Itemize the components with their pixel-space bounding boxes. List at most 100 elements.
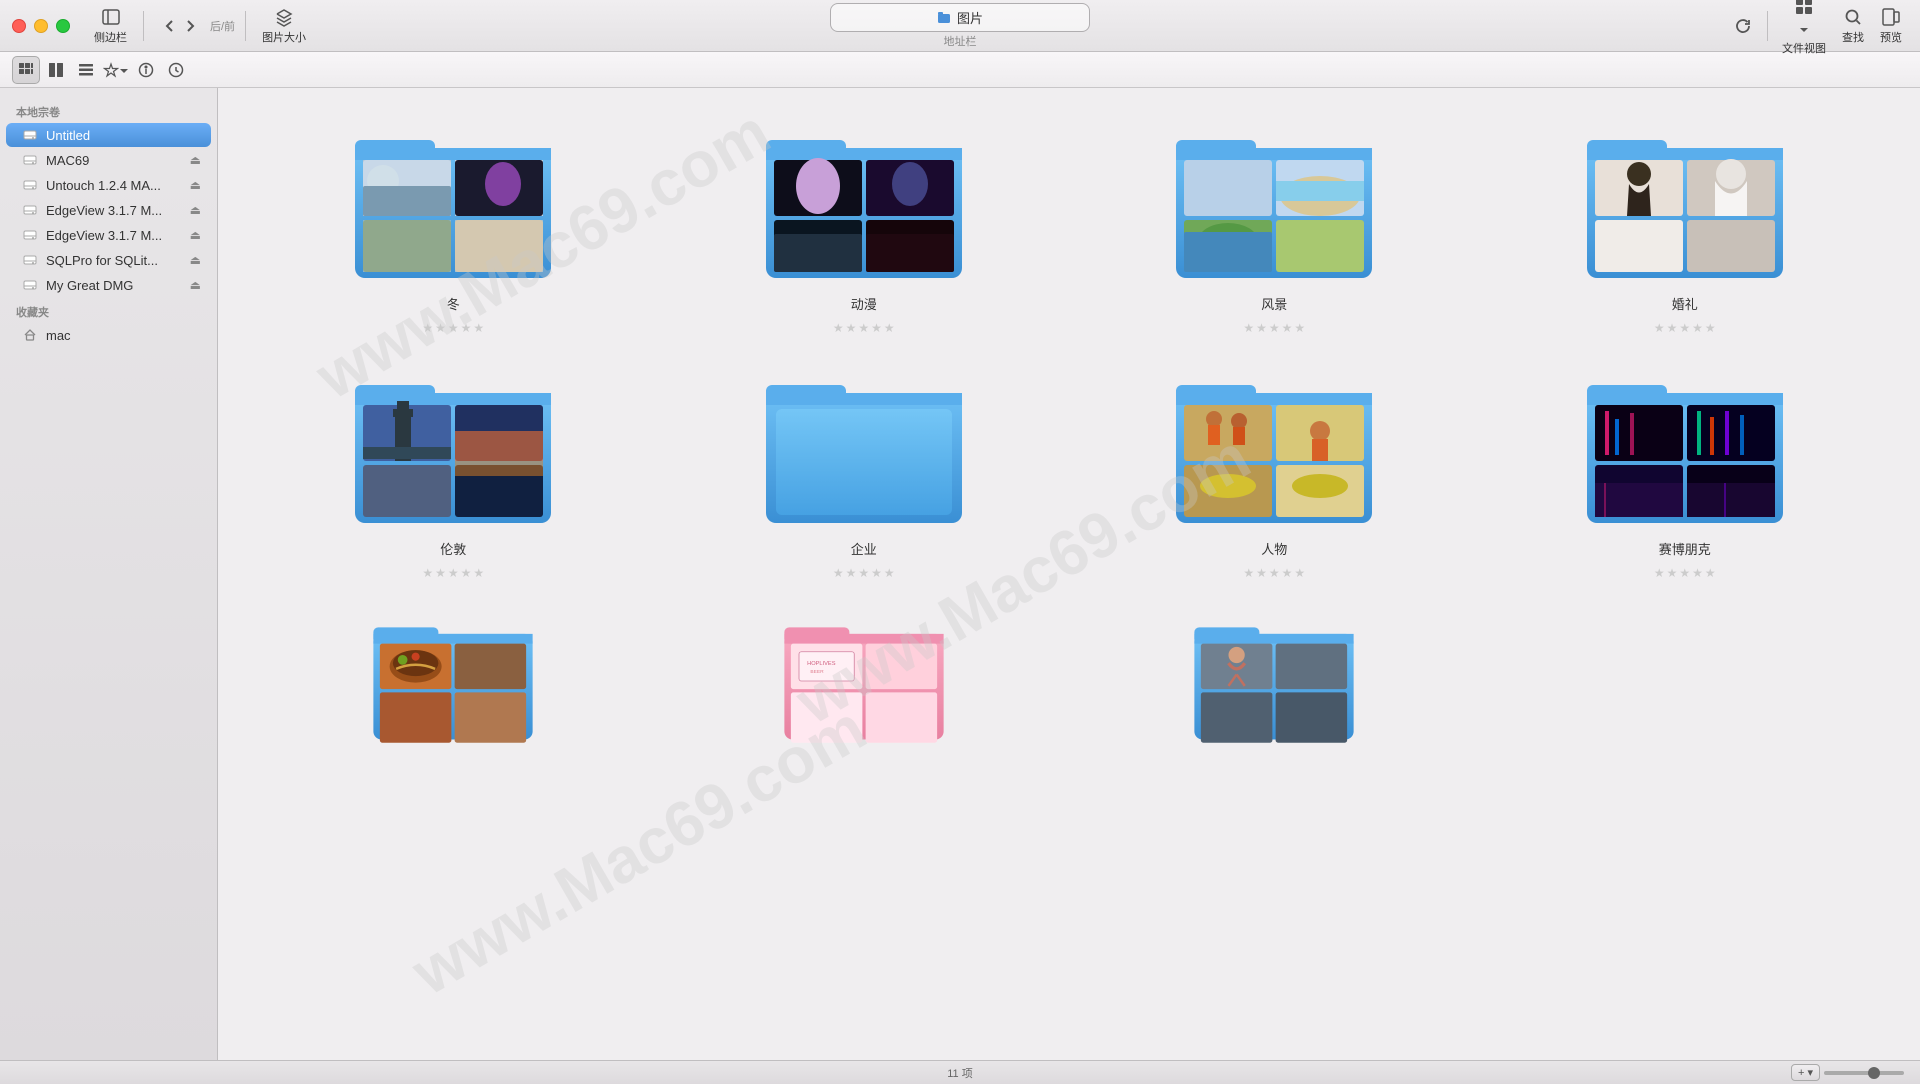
info-btn[interactable] [132, 56, 160, 84]
folder-saibopengke-name: 赛博朋克 [1659, 539, 1711, 558]
star2[interactable]: ★ [435, 321, 446, 335]
history-btn[interactable] [162, 56, 190, 84]
drive-icon [22, 127, 38, 143]
local-section-label: 本地宗卷 [0, 98, 217, 122]
sidebar-toggle-button[interactable]: 侧边栏 [88, 5, 133, 47]
folder-fengjing-icon [1174, 126, 1374, 286]
filter-star-btn[interactable] [102, 56, 130, 84]
eject-icon-edgeview1[interactable]: ⏏ [190, 203, 201, 217]
sidebar-item-mac69[interactable]: MAC69 ⏏ [6, 148, 211, 172]
sidebar: 本地宗卷 Untitled MAC69 ⏏ [0, 88, 218, 1060]
nav-group: 后/前 [154, 14, 235, 38]
sidebar-item-untouch[interactable]: Untouch 1.2.4 MA... ⏏ [6, 173, 211, 197]
drive-icon-untouch [22, 177, 38, 193]
home-icon [22, 327, 38, 343]
folder-qiye-name: 企业 [851, 539, 877, 558]
refresh-button[interactable] [1727, 14, 1759, 38]
folder-saibopengke-icon [1585, 371, 1785, 531]
folder-lundun-stars[interactable]: ★ ★ ★ ★ ★ [422, 566, 484, 580]
statusbar: 11 项 + ▾ [0, 1060, 1920, 1084]
folder-saibopengke-stars[interactable]: ★ ★ ★ ★ ★ [1654, 566, 1716, 580]
eject-icon-untouch[interactable]: ⏏ [190, 178, 201, 192]
folder-renwu-stars[interactable]: ★ ★ ★ ★ ★ [1243, 566, 1305, 580]
minimize-button[interactable] [34, 19, 48, 33]
folder-dong[interactable]: 冬 ★ ★ ★ ★ ★ [258, 118, 649, 343]
folder-dongman-stars[interactable]: ★ ★ ★ ★ ★ [833, 321, 895, 335]
nav-back-button[interactable] [154, 14, 206, 38]
folder-dong-icon [353, 126, 553, 286]
search-button[interactable]: 查找 [1836, 5, 1870, 47]
drive-icon-mac69 [22, 152, 38, 168]
close-button[interactable] [12, 19, 26, 33]
address-bar[interactable]: 图片 [830, 3, 1090, 32]
nav-label: 后/前 [210, 18, 235, 34]
size-toggle-button[interactable]: 图片大小 [256, 5, 312, 47]
folder-renwu-name: 人物 [1261, 539, 1287, 558]
folder-dong-name: 冬 [447, 294, 460, 313]
folder-dongman[interactable]: 动漫 ★ ★ ★ ★ ★ [669, 118, 1060, 343]
eject-icon-mac69[interactable]: ⏏ [190, 153, 201, 167]
folder-hunli-icon [1585, 126, 1785, 286]
folder-renwu-icon [1174, 371, 1374, 531]
eject-icon-edgeview2[interactable]: ⏏ [190, 228, 201, 242]
folder-saibopengke[interactable]: 赛博朋克 ★ ★ ★ ★ ★ [1490, 363, 1881, 588]
zoom-thumb[interactable] [1868, 1067, 1880, 1079]
folder-dongman-name: 动漫 [851, 294, 877, 313]
statusbar-right: + ▾ [1791, 1064, 1904, 1081]
sidebar-item-untouch-label: Untouch 1.2.4 MA... [46, 178, 161, 193]
folder-fengjing[interactable]: 风景 ★ ★ ★ ★ ★ [1079, 118, 1470, 343]
folder-dongman-icon [764, 126, 964, 286]
folder-lundun-name: 伦敦 [440, 539, 466, 558]
folder-hunli[interactable]: 婚礼 ★ ★ ★ ★ ★ [1490, 118, 1881, 343]
folder-hunli-stars[interactable]: ★ ★ ★ ★ ★ [1654, 321, 1716, 335]
drive-icon-sqlpro [22, 252, 38, 268]
sidebar-item-mac-label: mac [46, 328, 71, 343]
star5[interactable]: ★ [473, 321, 484, 335]
folder-dong-stars[interactable]: ★ ★ ★ ★ ★ [422, 321, 484, 335]
sidebar-item-edgeview2[interactable]: EdgeView 3.1.7 M... ⏏ [6, 223, 211, 247]
address-sublabel: 地址栏 [944, 33, 977, 49]
star4[interactable]: ★ [461, 321, 472, 335]
eject-icon-dmg[interactable]: ⏏ [190, 278, 201, 292]
folder-pink[interactable]: HOPLIVES BEER [669, 608, 1060, 784]
eject-icon-sqlpro[interactable]: ⏏ [190, 253, 201, 267]
item-count: 11 项 [947, 1065, 972, 1081]
star3[interactable]: ★ [448, 321, 459, 335]
folder-fengjing-name: 风景 [1261, 294, 1287, 313]
sidebar-item-edgeview1-label: EdgeView 3.1.7 M... [46, 203, 162, 218]
folder-lundun[interactable]: 伦敦 ★ ★ ★ ★ ★ [258, 363, 649, 588]
favorites-section-label: 收藏夹 [0, 298, 217, 322]
view-toggle-button[interactable]: 文件视图 [1776, 0, 1832, 58]
sidebar-item-dmg[interactable]: My Great DMG ⏏ [6, 273, 211, 297]
folder-qiye-stars[interactable]: ★ ★ ★ ★ ★ [833, 566, 895, 580]
folder-renwu[interactable]: 人物 ★ ★ ★ ★ ★ [1079, 363, 1470, 588]
sidebar-item-untitled-label: Untitled [46, 128, 90, 143]
preview-button[interactable]: 预览 [1874, 5, 1908, 47]
star1[interactable]: ★ [422, 321, 433, 335]
view-icon-btn[interactable] [12, 56, 40, 84]
folder-qiye[interactable]: 企业 ★ ★ ★ ★ ★ [669, 363, 1060, 588]
folder-fitness[interactable] [1079, 608, 1470, 784]
svg-text:HOPLIVES: HOPLIVES [807, 661, 836, 667]
drive-icon-dmg [22, 277, 38, 293]
traffic-lights [12, 19, 70, 33]
view-2col-btn[interactable] [42, 56, 70, 84]
folder-fengjing-stars[interactable]: ★ ★ ★ ★ ★ [1243, 321, 1305, 335]
folder-hunli-name: 婚礼 [1672, 294, 1698, 313]
sidebar-item-edgeview1[interactable]: EdgeView 3.1.7 M... ⏏ [6, 198, 211, 222]
sidebar-item-untitled[interactable]: Untitled [6, 123, 211, 147]
folder-fitness-icon [1174, 616, 1374, 776]
folder-qiye-icon [764, 371, 964, 531]
zoom-slider[interactable] [1824, 1071, 1904, 1075]
folder-food[interactable] [258, 608, 649, 784]
maximize-button[interactable] [56, 19, 70, 33]
sidebar-item-sqlpro[interactable]: SQLPro for SQLit... ⏏ [6, 248, 211, 272]
folder-grid: 冬 ★ ★ ★ ★ ★ [218, 88, 1920, 814]
view-list-btn[interactable] [72, 56, 100, 84]
drive-icon-edgeview1 [22, 202, 38, 218]
add-button[interactable]: + ▾ [1791, 1064, 1820, 1081]
sidebar-item-edgeview2-label: EdgeView 3.1.7 M... [46, 228, 162, 243]
sidebar-item-mac[interactable]: mac [6, 323, 211, 347]
sidebar-item-mac69-label: MAC69 [46, 153, 89, 168]
folder-pink-icon: HOPLIVES BEER [764, 616, 964, 776]
